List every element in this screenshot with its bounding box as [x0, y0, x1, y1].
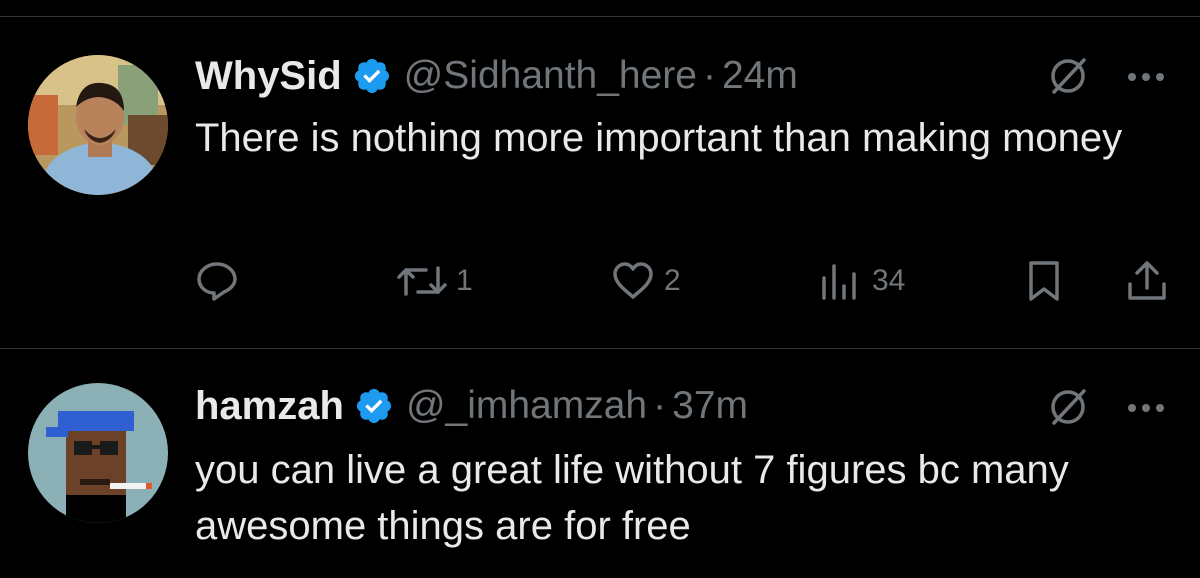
more-icon[interactable] [1126, 401, 1166, 413]
timestamp[interactable]: 37m [672, 384, 748, 428]
handle[interactable]: @Sidhanth_here [404, 54, 697, 98]
tweet-text: There is nothing more important than mak… [195, 116, 1123, 160]
reply-icon [197, 262, 237, 301]
display-name[interactable]: hamzah [195, 384, 344, 429]
bookmark-icon [1029, 261, 1059, 301]
separator-dot: · [653, 384, 667, 427]
avatar-image [28, 55, 168, 195]
bookmark-button[interactable] [1024, 258, 1064, 304]
tweet-1[interactable]: WhySid @Sidhanth_here · 24m There is not… [0, 0, 1200, 348]
retweet-icon [397, 266, 447, 296]
more-icon[interactable] [1126, 70, 1166, 82]
like-button[interactable]: 2 [610, 258, 681, 304]
heart-icon [613, 262, 653, 299]
handle[interactable]: @_imhamzah [406, 384, 647, 428]
separator-dot: · [702, 54, 716, 97]
timestamp[interactable]: 24m [722, 54, 798, 98]
like-count: 2 [664, 264, 681, 297]
share-icon [1128, 261, 1166, 300]
verified-badge-icon [352, 56, 392, 96]
reply-button[interactable] [194, 258, 248, 304]
views-button[interactable]: 34 [818, 258, 905, 304]
view-count: 34 [872, 264, 906, 297]
avatar-image [28, 383, 168, 523]
verified-badge-icon [354, 386, 394, 426]
share-button[interactable] [1124, 258, 1170, 304]
grok-icon[interactable] [1046, 385, 1090, 429]
retweet-count: 1 [456, 264, 473, 297]
tweet-text: you can live a great life without 7 figu… [195, 448, 1069, 548]
views-icon [822, 264, 856, 300]
grok-icon[interactable] [1046, 54, 1090, 98]
avatar-hamzah[interactable] [28, 383, 168, 523]
tweet-2[interactable]: hamzah @_imhamzah · 37m you can live a g… [0, 349, 1200, 578]
retweet-button[interactable]: 1 [396, 258, 473, 304]
tweet-header: hamzah @_imhamzah · 37m [195, 381, 748, 431]
avatar-whysid[interactable] [28, 55, 168, 195]
display-name[interactable]: WhySid [195, 54, 342, 99]
tweet-header: WhySid @Sidhanth_here · 24m [195, 51, 798, 101]
